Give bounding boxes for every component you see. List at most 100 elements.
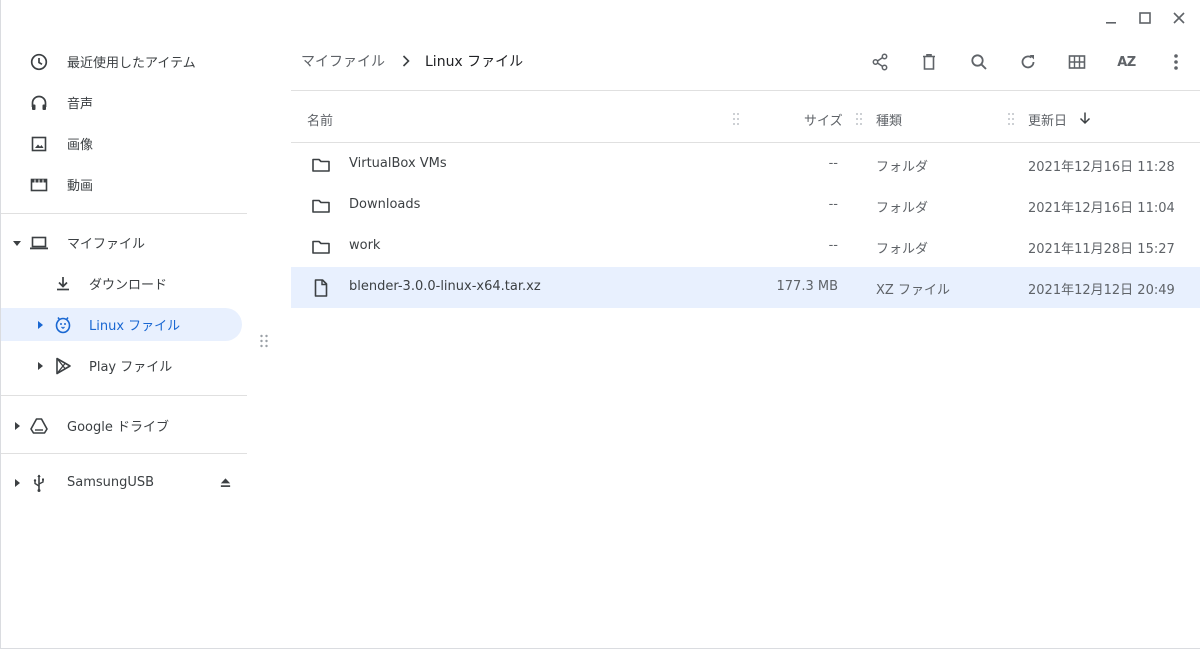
delete-icon — [923, 54, 936, 70]
sort-az-button[interactable]: AZ — [1110, 48, 1142, 76]
search-button[interactable] — [963, 48, 995, 76]
chevron-right-icon — [401, 55, 411, 67]
column-resize-handle[interactable] — [855, 112, 863, 126]
image-icon — [29, 134, 49, 154]
clock-icon — [29, 52, 49, 72]
drive-icon — [29, 416, 49, 436]
file-size: 177.3 MB — [776, 279, 838, 294]
file-type: XZ ファイル — [876, 283, 950, 298]
sidebar-item-label: 画像 — [67, 138, 94, 153]
sidebar-item-downloads[interactable]: ダウンロード — [1, 267, 242, 300]
expand-arrow-icon[interactable] — [12, 478, 22, 488]
column-header-name[interactable]: 名前 — [307, 110, 333, 129]
column-resize-handle[interactable] — [732, 112, 740, 126]
toolbar: AZ — [864, 48, 1200, 76]
sidebar-divider — [1, 453, 247, 454]
sidebar-item-recent[interactable]: 最近使用したアイテム — [1, 45, 242, 78]
sidebar-item-images[interactable]: 画像 — [1, 127, 242, 160]
folder-icon — [312, 240, 330, 254]
sidebar-item-label: Play ファイル — [89, 360, 173, 375]
expand-arrow-icon[interactable] — [35, 320, 45, 330]
file-type: フォルダ — [876, 201, 929, 216]
file-size: -- — [828, 238, 838, 253]
breadcrumb-linux-files[interactable]: Linux ファイル — [425, 51, 523, 71]
sort-az-icon: AZ — [1117, 54, 1136, 70]
grid-view-icon — [1068, 55, 1086, 69]
sidebar-item-label: ダウンロード — [89, 278, 168, 293]
file-date: 2021年12月16日 11:04 — [1028, 201, 1175, 216]
table-row[interactable]: Downloads -- フォルダ 2021年12月16日 11:04 — [291, 185, 1200, 226]
sidebar: 最近使用したアイテム 音声 画像 動画 マイファイル ダウンロード Linux … — [1, 40, 247, 640]
refresh-icon — [1021, 55, 1035, 69]
folder-icon — [312, 158, 330, 172]
usb-icon — [29, 473, 49, 493]
share-button[interactable] — [864, 48, 896, 76]
sidebar-item-label: Linux ファイル — [89, 319, 181, 334]
eject-icon — [220, 478, 230, 487]
drag-handle-icon — [260, 334, 268, 348]
sidebar-item-label: 最近使用したアイテム — [67, 56, 196, 71]
sidebar-item-audio[interactable]: 音声 — [1, 86, 242, 119]
sidebar-divider — [1, 213, 247, 214]
column-header-row: 名前 サイズ 種類 更新日 — [291, 99, 1200, 139]
column-header-size[interactable]: サイズ — [804, 110, 843, 129]
sidebar-item-label: 音声 — [67, 97, 94, 112]
sidebar-item-samsung-usb[interactable]: SamsungUSB — [1, 466, 242, 499]
sidebar-item-label: 動画 — [67, 179, 94, 194]
sidebar-item-my-files[interactable]: マイファイル — [1, 226, 242, 259]
files-app-window: 最近使用したアイテム 音声 画像 動画 マイファイル ダウンロード Linux … — [0, 0, 1200, 649]
share-icon — [872, 53, 888, 71]
delete-button[interactable] — [913, 48, 945, 76]
expand-arrow-icon[interactable] — [35, 361, 45, 371]
collapse-arrow-icon[interactable] — [12, 238, 22, 248]
eject-button[interactable] — [218, 476, 232, 490]
column-header-type[interactable]: 種類 — [876, 110, 902, 129]
sidebar-item-play-files[interactable]: Play ファイル — [1, 349, 242, 382]
column-resize-handle[interactable] — [1007, 112, 1015, 126]
video-icon — [29, 175, 49, 195]
sidebar-item-label: SamsungUSB — [67, 475, 155, 490]
table-row-selected[interactable]: blender-3.0.0-linux-x64.tar.xz 177.3 MB … — [291, 267, 1200, 308]
expand-arrow-icon[interactable] — [12, 421, 22, 431]
file-date: 2021年12月16日 11:28 — [1028, 160, 1175, 175]
column-header-date[interactable]: 更新日 — [1028, 110, 1067, 129]
file-size: -- — [828, 156, 838, 171]
more-vert-icon — [1173, 54, 1178, 70]
headphones-icon — [29, 93, 49, 113]
breadcrumb: マイファイル Linux ファイル — [301, 50, 523, 72]
file-list: VirtualBox VMs -- フォルダ 2021年12月16日 11:28… — [291, 144, 1200, 308]
header-divider — [291, 142, 1200, 143]
file-name: VirtualBox VMs — [349, 156, 447, 171]
sidebar-item-videos[interactable]: 動画 — [1, 168, 242, 201]
sidebar-item-linux-files[interactable]: Linux ファイル — [1, 308, 242, 341]
grid-view-button[interactable] — [1061, 48, 1093, 76]
file-size: -- — [828, 197, 838, 212]
sidebar-resize-handle[interactable] — [259, 333, 269, 349]
file-name: Downloads — [349, 197, 421, 212]
refresh-button[interactable] — [1012, 48, 1044, 76]
sidebar-divider — [1, 395, 247, 396]
arrow-down-icon[interactable] — [1078, 111, 1092, 125]
file-name: blender-3.0.0-linux-x64.tar.xz — [349, 279, 541, 294]
file-type: フォルダ — [876, 242, 929, 257]
sidebar-item-label: マイファイル — [67, 237, 146, 252]
table-row[interactable]: VirtualBox VMs -- フォルダ 2021年12月16日 11:28 — [291, 144, 1200, 185]
laptop-icon — [29, 233, 49, 253]
file-name: work — [349, 238, 381, 253]
table-row[interactable]: work -- フォルダ 2021年11月28日 15:27 — [291, 226, 1200, 267]
search-icon — [970, 54, 987, 70]
main-pane: マイファイル Linux ファイル AZ 名前 サイズ 種類 更新日 Virtu… — [291, 0, 1200, 649]
file-type: フォルダ — [876, 160, 929, 175]
file-icon — [314, 279, 328, 297]
sidebar-item-google-drive[interactable]: Google ドライブ — [1, 409, 242, 442]
more-options-button[interactable] — [1160, 48, 1192, 76]
file-date: 2021年12月12日 20:49 — [1028, 283, 1175, 298]
folder-icon — [312, 199, 330, 213]
file-date: 2021年11月28日 15:27 — [1028, 242, 1175, 257]
penguin-icon — [53, 315, 73, 335]
sidebar-item-label: Google ドライブ — [67, 420, 169, 435]
play-store-icon — [53, 356, 73, 376]
download-icon — [53, 274, 73, 294]
toolbar-divider — [291, 90, 1200, 91]
breadcrumb-my-files[interactable]: マイファイル — [301, 51, 385, 71]
